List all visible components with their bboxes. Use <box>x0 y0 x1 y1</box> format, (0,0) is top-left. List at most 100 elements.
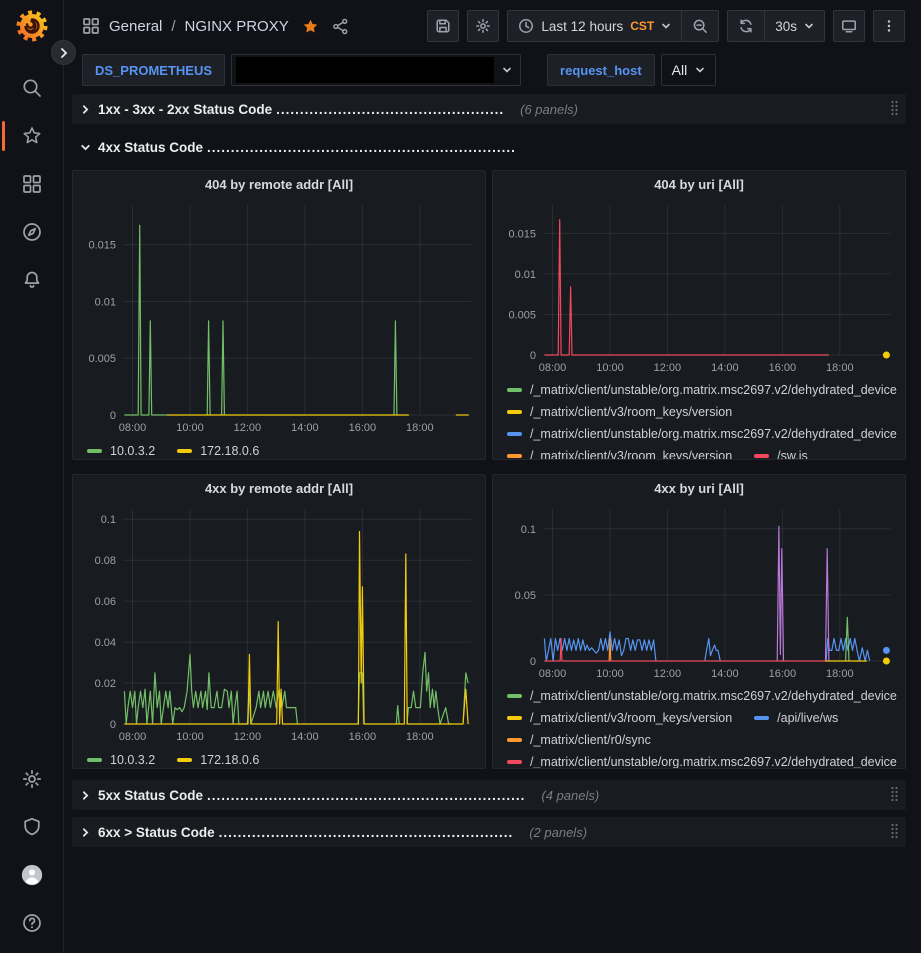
time-series-chart[interactable]: 08:0010:0012:0014:0016:0018:0000.0050.01… <box>501 199 899 376</box>
zoom-out-icon <box>692 18 708 34</box>
sidebar-item-search[interactable] <box>0 64 63 112</box>
avatar <box>21 864 43 886</box>
page-title: NGINX PROXY <box>185 18 289 35</box>
legend-swatch <box>87 449 102 453</box>
variable-label-request-host[interactable]: request_host <box>547 54 655 86</box>
svg-text:14:00: 14:00 <box>291 731 319 743</box>
svg-text:16:00: 16:00 <box>349 422 377 434</box>
save-dashboard-button[interactable] <box>427 10 459 42</box>
chart-legend: /_matrix/client/unstable/org.matrix.msc2… <box>501 682 897 768</box>
variable-label-ds-prometheus[interactable]: DS_PROMETHEUS <box>82 54 225 86</box>
save-icon <box>435 18 451 34</box>
favorite-star-icon[interactable] <box>302 18 319 35</box>
panel-grid: 404 by remote addr [All] 08:0010:0012:00… <box>72 170 906 769</box>
redacted-value <box>236 57 494 83</box>
row-panel-count: (6 panels) <box>520 102 578 117</box>
row-header-6xx[interactable]: 6xx > Status Code ......................… <box>72 817 906 847</box>
row-header-5xx[interactable]: 5xx Status Code ........................… <box>72 780 906 810</box>
legend-item[interactable]: /_matrix/client/unstable/org.matrix.msc2… <box>507 383 897 397</box>
legend-item[interactable]: /api/live/ws <box>754 711 838 725</box>
legend-swatch <box>507 432 522 436</box>
svg-text:18:00: 18:00 <box>826 362 854 374</box>
svg-text:0.08: 0.08 <box>95 555 116 567</box>
clock-icon <box>518 18 534 34</box>
sidebar-item-configuration[interactable] <box>0 755 63 803</box>
sidebar-item-alerting[interactable] <box>0 256 63 304</box>
variables-row: DS_PROMETHEUS request_host All <box>64 52 921 94</box>
legend-item[interactable]: /sw.js <box>754 449 808 459</box>
refresh-icon <box>738 18 754 34</box>
svg-text:12:00: 12:00 <box>654 362 682 374</box>
row-panel-count: (4 panels) <box>541 788 599 803</box>
time-series-chart[interactable]: 08:0010:0012:0014:0016:0018:0000.020.040… <box>81 503 479 746</box>
time-range-picker[interactable]: Last 12 hours CST <box>508 11 681 41</box>
chevron-down-icon <box>804 19 814 34</box>
legend-item[interactable]: 172.18.0.6 <box>177 753 259 767</box>
variable-select-ds-prometheus[interactable] <box>231 54 521 86</box>
row-header-1xx-3xx-2xx[interactable]: 1xx - 3xx - 2xx Status Code ............… <box>72 94 906 124</box>
dashboard-settings-button[interactable] <box>467 10 499 42</box>
top-navigation: General / NGINX PROXY <box>64 0 921 52</box>
breadcrumb-section[interactable]: General <box>109 18 162 35</box>
legend-item[interactable]: /_matrix/client/v3/room_keys/version <box>507 449 732 459</box>
chevron-down-icon <box>695 62 705 78</box>
apps-grid-icon <box>82 17 100 35</box>
row-drag-handle[interactable] <box>889 822 900 843</box>
variable-value: All <box>672 62 688 78</box>
legend-item[interactable]: /_matrix/client/unstable/org.matrix.msc2… <box>507 755 897 768</box>
legend-label: 172.18.0.6 <box>200 753 259 767</box>
svg-text:14:00: 14:00 <box>291 422 319 434</box>
legend-swatch <box>507 760 522 764</box>
sidebar-item-profile[interactable] <box>0 851 63 899</box>
grafana-logo-icon[interactable] <box>16 10 48 42</box>
legend-item[interactable]: 10.0.3.2 <box>87 753 155 767</box>
legend-label: /_matrix/client/v3/room_keys/version <box>530 449 732 459</box>
sidebar-item-explore[interactable] <box>0 208 63 256</box>
svg-text:10:00: 10:00 <box>596 362 624 374</box>
zoom-out-time-button[interactable] <box>681 11 718 41</box>
panel-title[interactable]: 404 by remote addr [All] <box>81 171 477 199</box>
shield-icon <box>21 816 43 838</box>
svg-text:0.005: 0.005 <box>508 310 536 322</box>
time-series-chart[interactable]: 08:0010:0012:0014:0016:0018:0000.050.1 <box>501 503 899 682</box>
legend-item[interactable]: /_matrix/client/r0/sync <box>507 733 651 747</box>
row-title: 4xx Status Code <box>98 140 203 155</box>
row-header-4xx[interactable]: 4xx Status Code ........................… <box>72 132 906 162</box>
variable-select-request-host[interactable]: All <box>661 54 717 86</box>
sidebar-item-dashboards[interactable] <box>0 160 63 208</box>
legend-item[interactable]: /_matrix/client/v3/room_keys/version <box>507 711 732 725</box>
legend-swatch <box>507 716 522 720</box>
svg-text:0.04: 0.04 <box>95 637 116 649</box>
breadcrumb-separator: / <box>171 18 175 35</box>
legend-label: /_matrix/client/v3/room_keys/version <box>530 405 732 419</box>
svg-text:08:00: 08:00 <box>119 731 147 743</box>
legend-item[interactable]: /_matrix/client/v3/room_keys/version <box>507 405 732 419</box>
panel-title[interactable]: 4xx by uri [All] <box>501 475 897 503</box>
legend-item[interactable]: 172.18.0.6 <box>177 444 259 458</box>
svg-text:0.06: 0.06 <box>95 596 116 608</box>
row-title-dots: ........................................… <box>207 140 516 155</box>
dashboards-grid-icon <box>21 173 43 195</box>
legend-item[interactable]: /_matrix/client/unstable/org.matrix.msc2… <box>507 689 897 703</box>
row-drag-handle[interactable] <box>889 99 900 120</box>
more-options-button[interactable] <box>873 10 905 42</box>
sidebar-item-starred[interactable] <box>0 112 63 160</box>
legend-swatch <box>177 758 192 762</box>
sidebar-item-help[interactable] <box>0 899 63 947</box>
legend-item[interactable]: /_matrix/client/unstable/org.matrix.msc2… <box>507 427 897 441</box>
tv-kiosk-mode-button[interactable] <box>833 10 865 42</box>
svg-text:0.01: 0.01 <box>95 297 116 309</box>
row-drag-handle[interactable] <box>889 785 900 806</box>
refresh-button[interactable] <box>728 11 764 41</box>
chart-legend: /_matrix/client/unstable/org.matrix.msc2… <box>501 376 897 459</box>
sidebar-expand-button[interactable] <box>51 40 76 65</box>
svg-text:0.05: 0.05 <box>515 590 536 602</box>
refresh-interval-picker[interactable]: 30s <box>764 11 824 41</box>
panel-title[interactable]: 4xx by remote addr [All] <box>81 475 477 503</box>
legend-label: /sw.js <box>777 449 808 459</box>
sidebar-item-server-admin[interactable] <box>0 803 63 851</box>
legend-item[interactable]: 10.0.3.2 <box>87 444 155 458</box>
panel-title[interactable]: 404 by uri [All] <box>501 171 897 199</box>
time-series-chart[interactable]: 08:0010:0012:0014:0016:0018:0000.0050.01… <box>81 199 479 437</box>
share-icon[interactable] <box>332 18 349 35</box>
